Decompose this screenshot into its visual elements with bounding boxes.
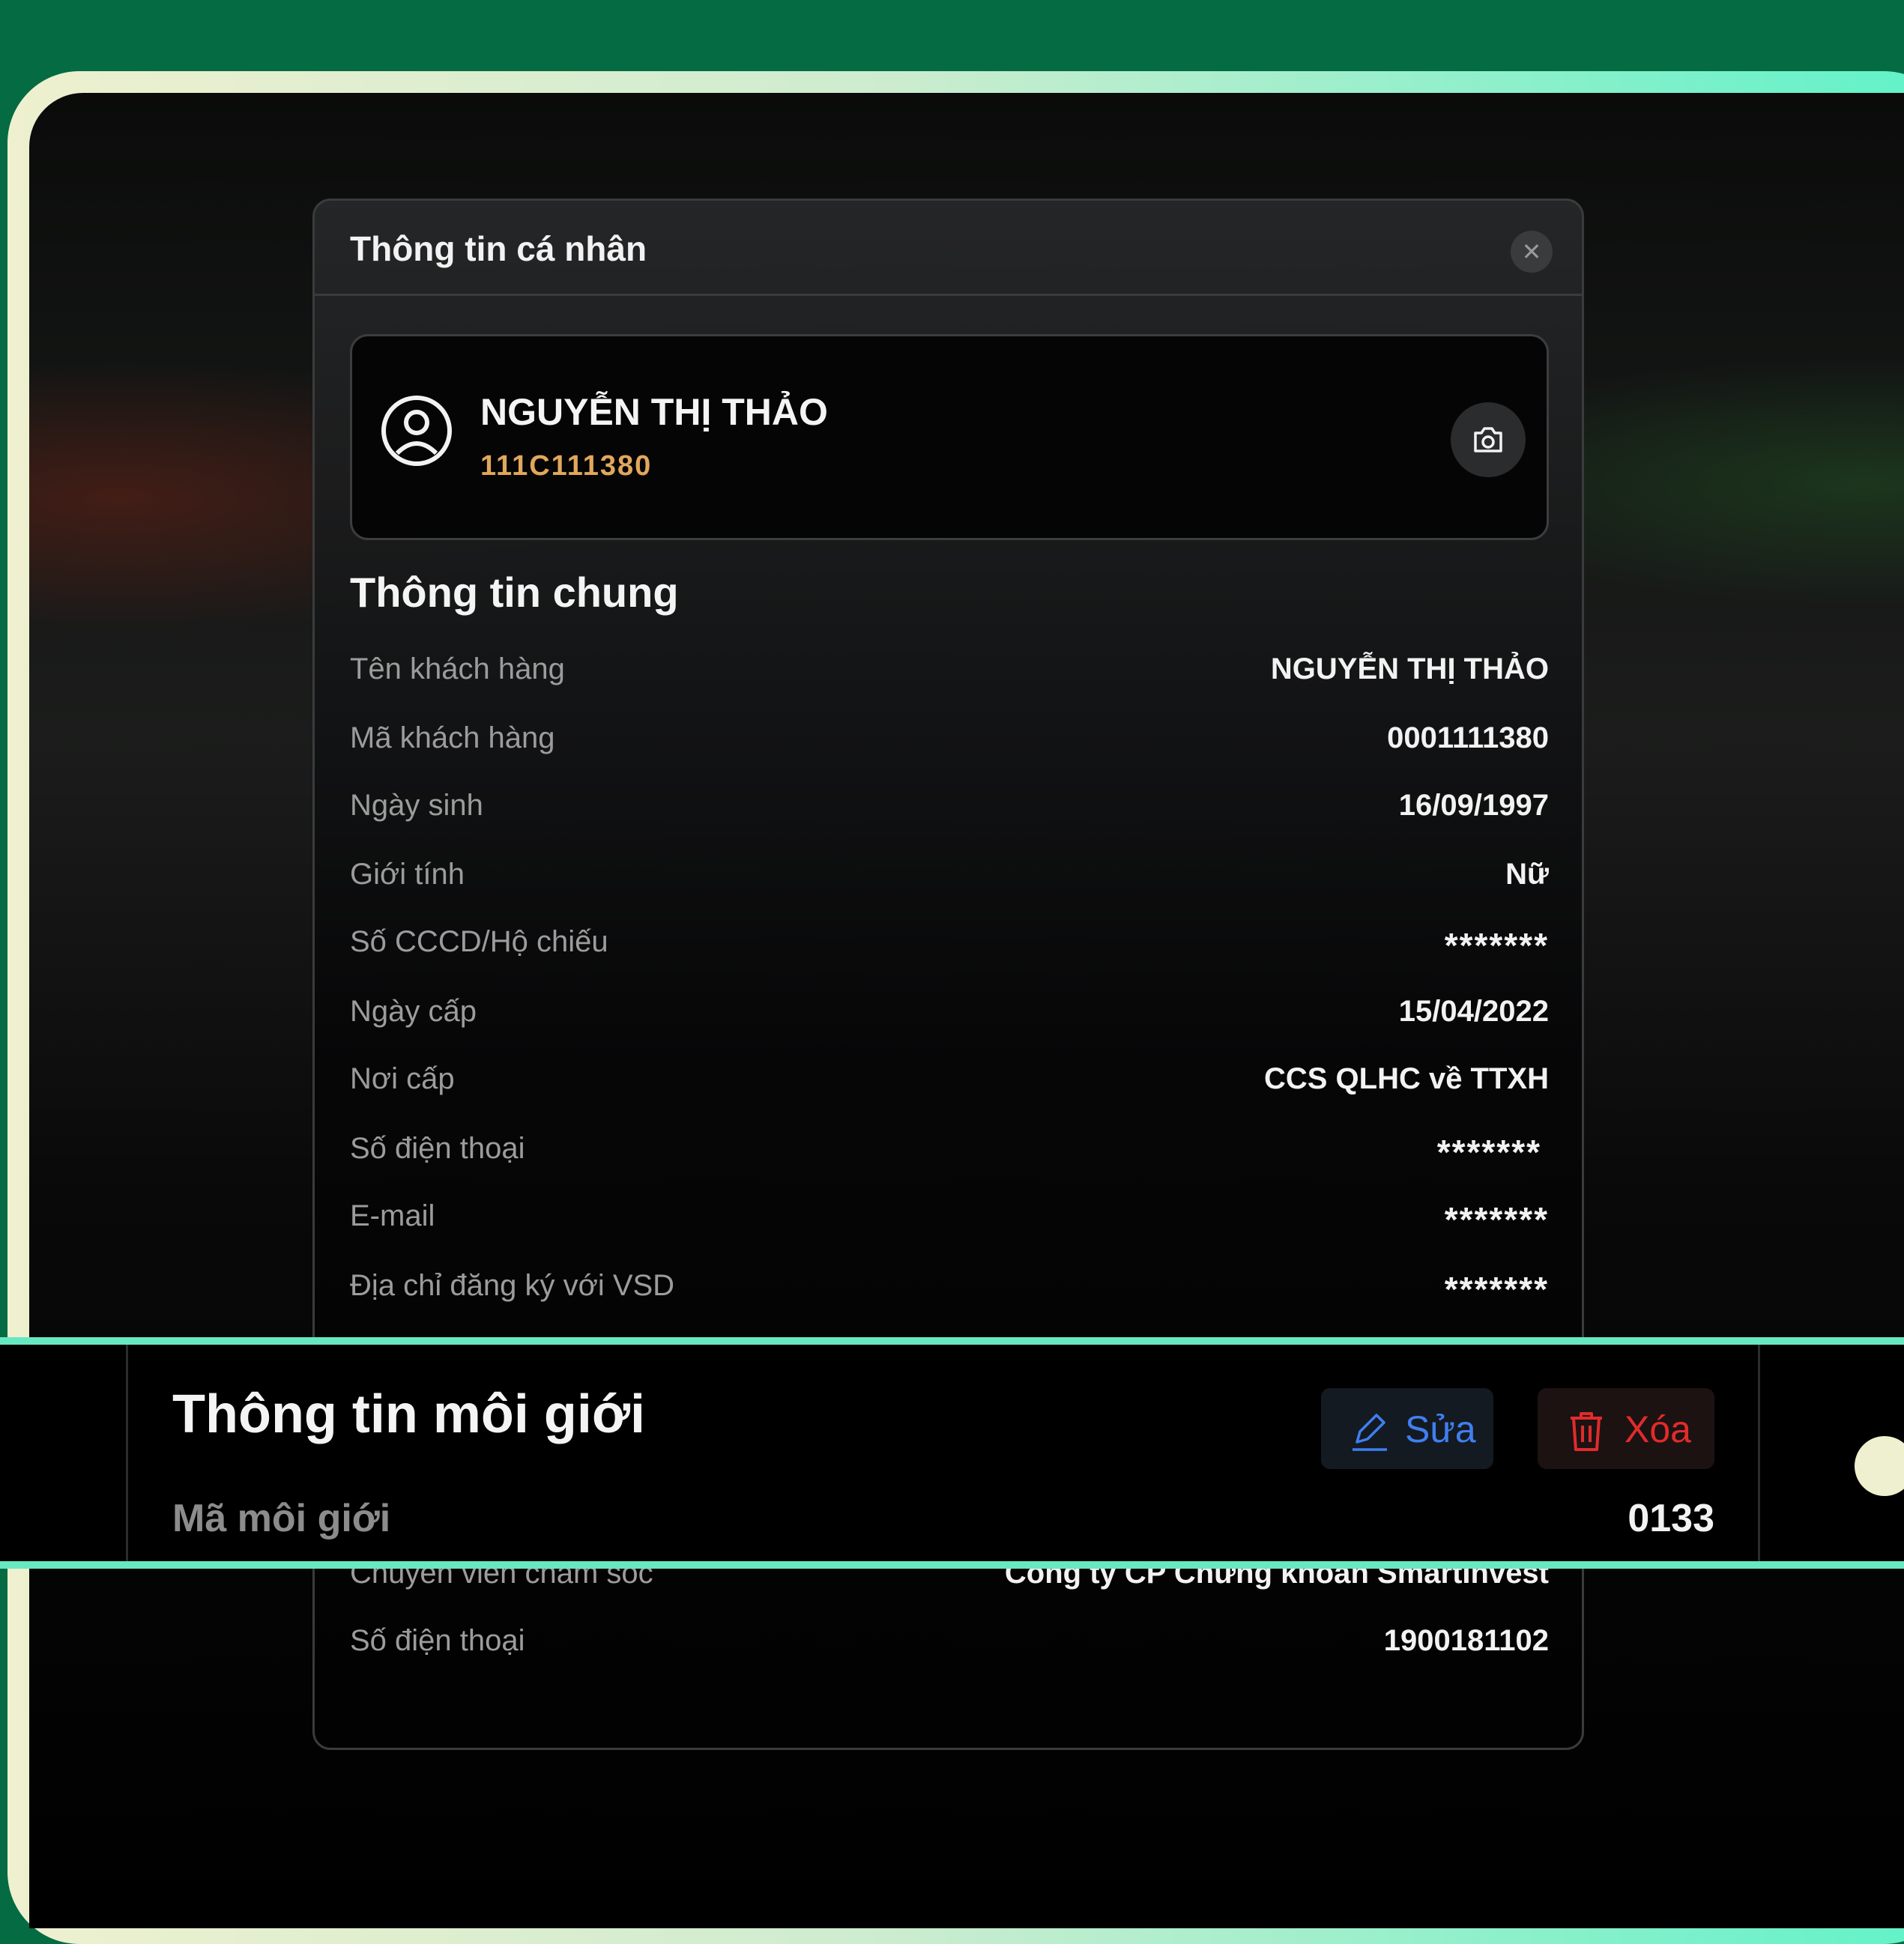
row-label: Tên khách hàng [350,652,565,685]
info-row-id-number: Số CCCD/Hộ chiếu ******* [350,925,1549,970]
info-row-gender: Giới tính Nữ [350,858,1549,903]
info-row-care-phone: Số điện thoại 1900181102 [350,1624,1549,1669]
info-row-issue-place: Nơi cấp CCS QLHC về TTXH [350,1062,1549,1107]
camera-icon [1474,427,1502,452]
row-label: E-mail [350,1199,435,1232]
user-circle-icon [381,396,452,466]
change-avatar-button[interactable] [1451,402,1526,477]
delete-button-label: Xóa [1625,1408,1691,1450]
profile-card: NGUYỄN THỊ THẢO 111C111380 [350,334,1549,540]
broker-info-section: Thông tin môi giới Sửa Xóa Mã môi giới 0… [0,1337,1904,1569]
info-row-customer-code: Mã khách hàng 0001111380 [350,721,1549,766]
row-label: Nơi cấp [350,1062,455,1095]
delete-button[interactable]: Xóa [1538,1388,1714,1469]
general-info-title: Thông tin chung [350,569,679,616]
pencil-icon [1353,1414,1387,1451]
trash-icon [1571,1412,1602,1451]
row-value: Nữ [1505,858,1549,891]
edit-button-label: Sửa [1405,1408,1476,1450]
profile-name: NGUYỄN THỊ THẢO [480,391,828,433]
info-row-issue-date: Ngày cấp 15/04/2022 [350,995,1549,1040]
row-label: Ngày cấp [350,995,477,1028]
info-row-phone: Số điện thoại ******* [350,1132,1549,1177]
broker-info-title: Thông tin môi giới [172,1384,646,1444]
row-value: ******* [1436,1133,1541,1172]
row-value: 0001111380 [1387,721,1549,754]
row-label: Số điện thoại [350,1132,525,1165]
edit-button[interactable]: Sửa [1321,1388,1493,1469]
row-value: CCS QLHC về TTXH [1263,1062,1549,1095]
info-row-email: E-mail ******* [350,1199,1549,1244]
row-label: Số CCCD/Hộ chiếu [350,925,608,958]
row-value: 16/09/1997 [1398,789,1549,822]
row-value: ******* [1444,1270,1549,1309]
row-value: ******* [1444,926,1549,965]
broker-code-label: Mã môi giới [172,1497,391,1540]
profile-account-id: 111C111380 [480,450,653,482]
modal-header: Thông tin cá nhân ✕ [315,201,1582,296]
info-row-birthday: Ngày sinh 16/09/1997 [350,789,1549,834]
broker-code-value: 0133 [1628,1497,1714,1540]
row-label: Ngày sinh [350,789,483,822]
row-label: Số điện thoại [350,1624,525,1657]
modal-title: Thông tin cá nhân [350,229,647,268]
close-icon[interactable]: ✕ [1511,231,1553,273]
row-value: 1900181102 [1383,1624,1549,1657]
info-row-vsd-address: Địa chỉ đăng ký với VSD ******* [350,1269,1549,1314]
divider [1758,1345,1760,1561]
row-value: NGUYỄN THỊ THẢO [1270,652,1549,685]
divider [126,1345,128,1561]
row-label: Mã khách hàng [350,721,555,754]
row-value: ******* [1444,1200,1549,1239]
info-row-customer-name: Tên khách hàng NGUYỄN THỊ THẢO [350,652,1549,697]
row-label: Địa chỉ đăng ký với VSD [350,1269,675,1302]
row-label: Giới tính [350,858,465,891]
row-value: 15/04/2022 [1398,995,1549,1028]
